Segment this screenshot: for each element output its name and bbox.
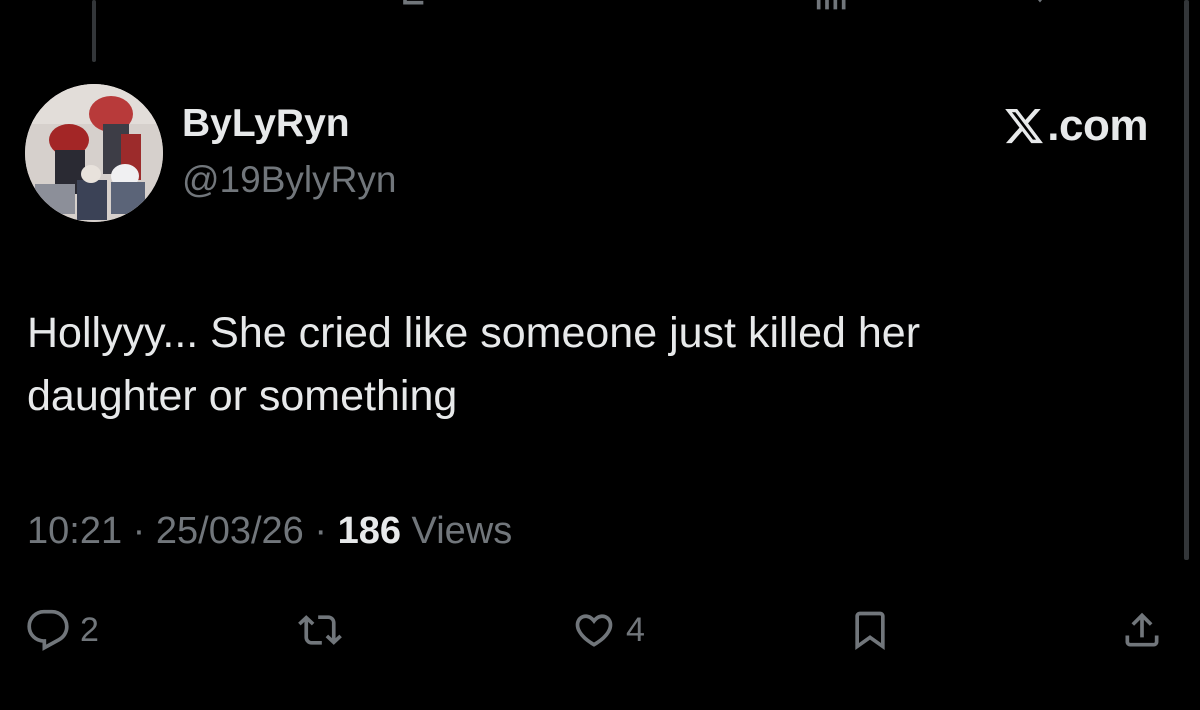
views-count: 186 [337,510,401,552]
like-icon [606,0,646,16]
scroll-indicator [1184,0,1189,560]
user-handle[interactable]: @19BylyRyn [182,155,396,205]
share-icon [1125,612,1159,647]
bookmark-button[interactable] [848,600,892,660]
tweet-meta: 10:21 · 25/03/26 · 186 Views [27,505,512,557]
views-label: Views [400,510,513,552]
like-count: 4 [626,610,645,649]
action-bar: 2 4 [0,600,1200,660]
tweet-date[interactable]: 25/03/26 [156,510,304,552]
tweet-text-line: daughter or something [27,372,458,420]
bookmark-icon [1037,0,1043,3]
previous-tweet-actions [0,0,1200,16]
meta-separator: · [303,510,338,552]
tweet-body: Hollyyy... She cried like someone just k… [27,302,1157,428]
thread-connector-line [92,0,96,62]
display-name[interactable]: ByLyRyn [182,98,350,150]
x-logo-icon [1005,108,1044,144]
share-button[interactable] [1120,600,1164,660]
reply-icon [27,609,69,651]
reply-count: 2 [80,610,99,649]
brand-watermark: .com [1003,98,1148,154]
like-button[interactable]: 4 [572,600,645,660]
tweet-screenshot: ByLyRyn @19BylyRyn .com Hollyyy... She c… [0,0,1200,710]
retweet-button[interactable] [298,600,342,660]
avatar[interactable] [25,84,163,222]
bookmark-icon [855,611,885,651]
tweet-time[interactable]: 10:21 [27,510,122,552]
reply-button[interactable]: 2 [26,600,99,660]
avatar-illustration [25,84,163,222]
like-icon [575,614,613,647]
chevron-icon [195,0,235,16]
brand-domain: .com [1047,101,1148,150]
tweet-text-line: Hollyyy... She cried like someone just k… [27,309,921,357]
views-icon [816,0,846,10]
retweet-icon [403,0,424,5]
meta-separator: · [122,510,156,552]
retweet-icon [298,615,342,645]
